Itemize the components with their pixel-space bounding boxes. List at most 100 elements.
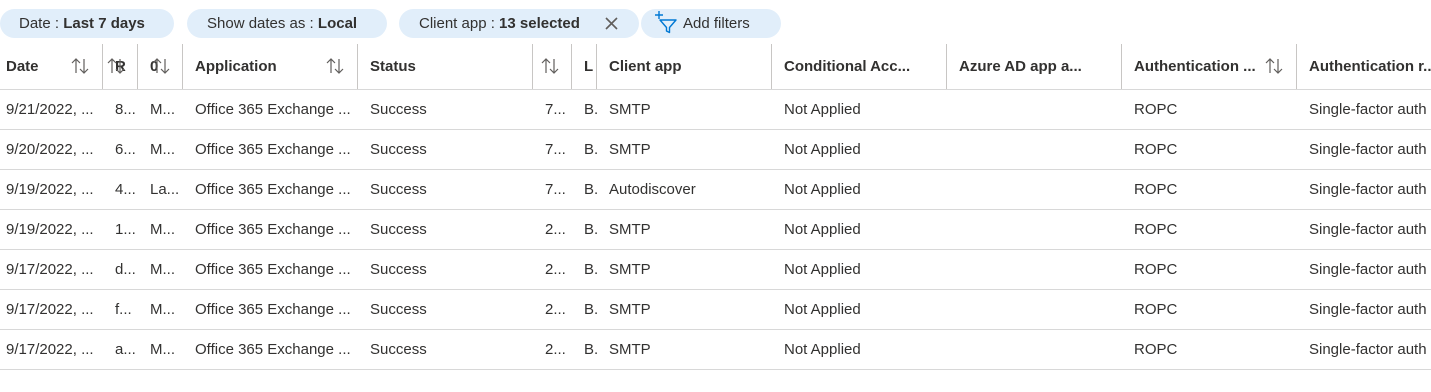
cell-request-id: a... <box>115 341 136 358</box>
add-filters-button[interactable]: Add filters <box>641 9 781 38</box>
table-row[interactable]: 9/19/2022, ... 4... La... Office 365 Exchan… <box>0 170 1431 210</box>
cell-application: Office 365 Exchange ... <box>195 301 351 318</box>
table-row[interactable]: 9/17/2022, ... d... M... Office 365 Exchang… <box>0 250 1431 290</box>
cell-authentication-requirement: ROPC <box>1134 101 1178 118</box>
sort-icon[interactable] <box>325 44 347 89</box>
cell-authentication-method: Single-factor auth <box>1309 221 1427 238</box>
cell-conditional-access: Not Applied <box>784 261 861 278</box>
column-resize-handle[interactable] <box>596 44 597 89</box>
cell-location: B. <box>584 341 598 358</box>
cell-user: M... <box>150 221 175 238</box>
table-row[interactable]: 9/19/2022, ... 1... M... Office 365 Exchang… <box>0 210 1431 250</box>
filter-pill-client-app[interactable]: Client app : 13 selected <box>399 9 639 38</box>
cell-user: La... <box>150 181 178 198</box>
column-resize-handle[interactable] <box>182 44 183 89</box>
cell-conditional-access: Not Applied <box>784 221 861 238</box>
cell-client-app: SMTP <box>609 101 651 118</box>
table-row[interactable]: 9/17/2022, ... f... M... Office 365 Exchang… <box>0 290 1431 330</box>
column-header-client-app[interactable]: Client app <box>609 44 769 89</box>
sort-icon[interactable] <box>106 44 128 89</box>
sort-icon[interactable] <box>1264 44 1286 89</box>
cell-authentication-method: Single-factor auth <box>1309 341 1427 358</box>
cell-client-app: SMTP <box>609 341 651 358</box>
cell-application: Office 365 Exchange ... <box>195 141 351 158</box>
cell-ip-address: 2... <box>545 301 566 318</box>
column-resize-handle[interactable] <box>946 44 947 89</box>
cell-user: M... <box>150 141 175 158</box>
filter-pill-show-dates[interactable]: Show dates as : Local <box>187 9 387 38</box>
filter-show-dates-value: Local <box>317 15 358 32</box>
cell-request-id: d... <box>115 261 136 278</box>
add-filters-label: Add filters <box>683 15 750 32</box>
cell-status: Success <box>370 221 427 238</box>
column-header-status[interactable]: Status <box>370 44 530 89</box>
cell-status: Success <box>370 181 427 198</box>
cell-location: B. <box>584 141 598 158</box>
column-resize-handle[interactable] <box>571 44 572 89</box>
cell-ip-address: 2... <box>545 221 566 238</box>
column-resize-handle[interactable] <box>1121 44 1122 89</box>
cell-location: B. <box>584 221 598 238</box>
filter-client-app-label: Client app : <box>419 15 500 32</box>
cell-status: Success <box>370 301 427 318</box>
cell-application: Office 365 Exchange ... <box>195 101 351 118</box>
cell-date: 9/19/2022, ... <box>6 221 94 238</box>
cell-client-app: SMTP <box>609 261 651 278</box>
cell-date: 9/17/2022, ... <box>6 341 94 358</box>
column-resize-handle[interactable] <box>357 44 358 89</box>
cell-ip-address: 7... <box>545 141 566 158</box>
cell-authentication-method: Single-factor auth <box>1309 301 1427 318</box>
cell-application: Office 365 Exchange ... <box>195 341 351 358</box>
table-header: Date R 0 Application Status L Client app Condit… <box>0 44 1431 90</box>
cell-date: 9/20/2022, ... <box>6 141 94 158</box>
cell-location: B. <box>584 261 598 278</box>
cell-request-id: 1... <box>115 221 136 238</box>
cell-client-app: Autodiscover <box>609 181 696 198</box>
cell-conditional-access: Not Applied <box>784 181 861 198</box>
cell-conditional-access: Not Applied <box>784 301 861 318</box>
cell-authentication-method: Single-factor auth <box>1309 181 1427 198</box>
cell-location: B. <box>584 101 598 118</box>
cell-authentication-requirement: ROPC <box>1134 141 1178 158</box>
column-resize-handle[interactable] <box>771 44 772 89</box>
cell-date: 9/21/2022, ... <box>6 101 94 118</box>
cell-authentication-requirement: ROPC <box>1134 261 1178 278</box>
cell-user: M... <box>150 341 175 358</box>
table-row[interactable]: 9/20/2022, ... 6... M... Office 365 Exchang… <box>0 130 1431 170</box>
column-header-azure-ad-app-auth[interactable]: Azure AD app a... <box>959 44 1124 89</box>
column-header-authentication-method[interactable]: Authentication r... <box>1309 44 1431 89</box>
cell-application: Office 365 Exchange ... <box>195 181 351 198</box>
cell-azure-ad-app-auth <box>959 210 1124 249</box>
cell-location: B. <box>584 181 598 198</box>
table-row[interactable]: 9/17/2022, ... a... M... Office 365 Exchang… <box>0 330 1431 370</box>
sort-icon[interactable] <box>540 44 562 89</box>
cell-application: Office 365 Exchange ... <box>195 261 351 278</box>
filter-pill-date[interactable]: Date : Last 7 days <box>0 9 174 38</box>
cell-authentication-requirement: ROPC <box>1134 221 1178 238</box>
cell-conditional-access: Not Applied <box>784 141 861 158</box>
filter-date-label: Date : <box>19 15 64 32</box>
cell-conditional-access: Not Applied <box>784 341 861 358</box>
table-row[interactable]: 9/21/2022, ... 8... M... Office 365 Exchang… <box>0 90 1431 130</box>
cell-authentication-requirement: ROPC <box>1134 301 1178 318</box>
sort-icon[interactable] <box>70 44 92 89</box>
cell-request-id: 6... <box>115 141 136 158</box>
cell-user: M... <box>150 101 175 118</box>
cell-client-app: SMTP <box>609 221 651 238</box>
cell-user: M... <box>150 301 175 318</box>
close-icon[interactable] <box>604 16 619 31</box>
column-resize-handle[interactable] <box>1296 44 1297 89</box>
column-resize-handle[interactable] <box>532 44 533 89</box>
cell-request-id: 4... <box>115 181 136 198</box>
sort-icon[interactable] <box>151 44 173 89</box>
cell-authentication-method: Single-factor auth <box>1309 101 1427 118</box>
add-filter-icon <box>655 11 677 34</box>
filter-date-value: Last 7 days <box>63 15 145 32</box>
column-resize-handle[interactable] <box>102 44 103 89</box>
cell-status: Success <box>370 261 427 278</box>
cell-client-app: SMTP <box>609 301 651 318</box>
cell-azure-ad-app-auth <box>959 90 1124 129</box>
column-resize-handle[interactable] <box>137 44 138 89</box>
cell-authentication-requirement: ROPC <box>1134 181 1178 198</box>
column-header-conditional-access[interactable]: Conditional Acc... <box>784 44 949 89</box>
